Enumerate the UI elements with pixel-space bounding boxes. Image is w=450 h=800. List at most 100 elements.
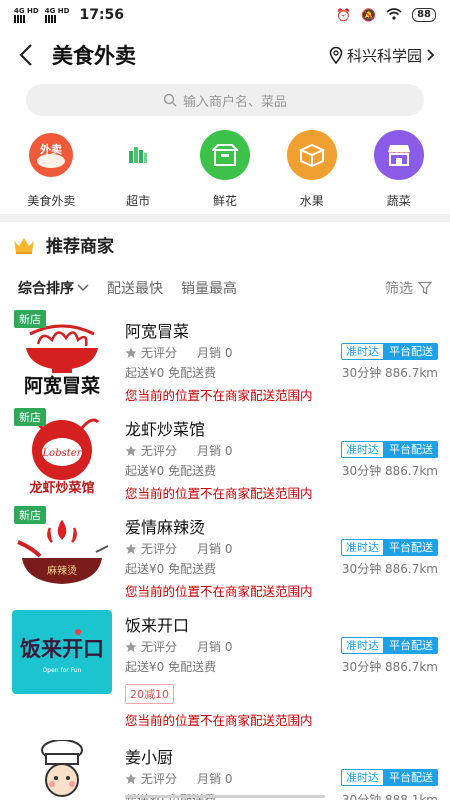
merchant-monthly-sales: 月销 0: [197, 346, 233, 360]
merchant-rating-row: 无评分 月销 0: [125, 344, 232, 361]
sort-delivery-button[interactable]: 配送最快: [107, 278, 163, 298]
merchant-distance: 30分钟 886.7km: [341, 562, 438, 576]
merchant-monthly-sales: 月销 0: [197, 542, 233, 556]
sort-sales-button[interactable]: 销量最高: [181, 278, 237, 298]
merchant-card[interactable]: 阿宽冒菜 新店 阿宽冒菜 无评分 月销 0 准时达 平台配送 起送¥0 免配送费…: [0, 310, 450, 406]
category-fruit[interactable]: 水果: [272, 130, 352, 214]
category-label: 美食外卖: [27, 194, 76, 208]
sort-bar: 综合排序 配送最快 销量最高 筛选: [18, 275, 432, 301]
merchant-card[interactable]: Lobster 龙虾炒菜馆 新店 龙虾炒菜馆 无评分 月销 0 准时达 平台配送…: [0, 408, 450, 504]
out-of-range-warning: 您当前的位置不在商家配送范围内: [125, 388, 313, 403]
on-time-badge: 准时达: [341, 539, 384, 556]
new-store-badge: 新店: [14, 310, 46, 328]
merchant-card[interactable]: 麻辣烫 新店 爱情麻辣烫 无评分 月销 0 准时达 平台配送 起送¥0 免配送费…: [0, 506, 450, 602]
search-input[interactable]: 输入商户名、菜品: [26, 84, 424, 116]
merchant-monthly-sales: 月销 0: [197, 640, 233, 654]
platform-delivery-badge: 平台配送: [384, 441, 438, 458]
star-icon: [125, 641, 137, 652]
delivery-badges: 准时达 平台配送: [341, 441, 438, 458]
category-label: 超市: [126, 194, 151, 208]
merchant-distance: 30分钟 886.7km: [341, 464, 438, 478]
merchant-name: 龙虾炒菜馆: [125, 420, 206, 439]
on-time-badge: 准时达: [341, 637, 384, 654]
delivery-badges: 准时达 平台配送: [341, 637, 438, 654]
merchant-name: 阿宽冒菜: [125, 322, 190, 341]
category-supermarket[interactable]: 超市: [98, 130, 178, 214]
discount-badge: 20减10: [125, 684, 174, 704]
delivery-badges: 准时达 平台配送: [341, 343, 438, 360]
flower-box-icon: [199, 130, 250, 180]
chevron-left-icon: [19, 44, 32, 66]
merchant-logo-text: 麻辣烫: [47, 564, 77, 577]
filter-icon: [418, 281, 432, 295]
category-label: 水果: [299, 194, 324, 208]
merchant-monthly-sales: 月销 0: [197, 444, 233, 458]
platform-delivery-badge: 平台配送: [384, 343, 438, 360]
category-label: 鲜花: [212, 194, 237, 208]
merchant-rating-row: 无评分 月销 0: [125, 442, 232, 459]
merchant-logo: 麻辣烫: [12, 512, 112, 596]
merchant-distance: 30分钟 888.1km: [341, 793, 438, 800]
sort-sales-label: 销量最高: [181, 281, 237, 297]
delivery-badges: 准时达 平台配送: [341, 539, 438, 556]
page-title: 美食外卖: [52, 44, 136, 68]
fruit-box-icon: [286, 130, 337, 180]
star-icon: [125, 445, 137, 456]
category-food-delivery[interactable]: 外卖 美食外卖: [11, 130, 91, 214]
filter-label: 筛选: [385, 281, 413, 297]
merchant-fee: 起送¥0 免配送费: [125, 464, 217, 478]
sort-default-button[interactable]: 综合排序: [18, 278, 89, 298]
status-bar: 4G HD 4G HD 17:56 ⏰ 🔕 88: [0, 0, 450, 30]
merchant-distance: 30分钟 886.7km: [341, 660, 438, 674]
new-store-badge: 新店: [14, 408, 46, 426]
location-label: 科兴科学园: [346, 46, 422, 65]
merchant-logo-text: 阿宽冒菜: [24, 374, 100, 397]
location-selector[interactable]: 科兴科学园: [329, 45, 434, 66]
merchant-fee: 起送¥0 免配送费: [125, 562, 217, 576]
category-label: 蔬菜: [386, 194, 411, 208]
merchant-logo-text: 龙虾炒菜馆: [29, 480, 94, 496]
merchant-fee: 起送¥0 免配送费: [125, 660, 217, 674]
merchant-rating-row: 无评分 月销 0: [125, 540, 232, 557]
merchant-logo: [12, 739, 112, 800]
back-button[interactable]: [0, 34, 52, 76]
merchant-logo-subtext: Open for Fun: [43, 667, 82, 674]
merchant-rating: 无评分: [141, 346, 178, 360]
home-indicator: [125, 795, 325, 798]
merchant-logo: 饭来开口 Open for Fun: [12, 610, 112, 694]
merchant-rating-row: 无评分 月销 0: [125, 770, 232, 787]
category-flowers[interactable]: 鲜花: [185, 130, 265, 214]
signal-icon: 4G HD: [44, 7, 69, 23]
crown-icon: [14, 237, 34, 254]
vegetable-store-icon: [373, 130, 424, 180]
merchant-rating: 无评分: [141, 542, 178, 556]
search-icon: [163, 93, 177, 107]
wifi-icon: [386, 7, 402, 23]
merchant-card[interactable]: 饭来开口 Open for Fun 饭来开口 无评分 月销 0 准时达 平台配送…: [0, 604, 450, 734]
mute-icon: 🔕: [361, 8, 377, 22]
merchant-rating-row: 无评分 月销 0: [125, 638, 232, 655]
filter-button[interactable]: 筛选: [385, 278, 432, 298]
out-of-range-warning: 您当前的位置不在商家配送范围内: [125, 486, 313, 501]
recommend-header: 推荐商家: [12, 232, 114, 257]
merchant-distance: 30分钟 886.7km: [341, 366, 438, 380]
new-store-badge: 新店: [14, 506, 46, 524]
merchant-logo-subtext: Lobster: [42, 448, 83, 459]
category-vegetables[interactable]: 蔬菜: [359, 130, 439, 214]
merchant-card[interactable]: 姜小厨 无评分 月销 0 准时达 平台配送 起送¥0 免配送费 30分钟 888…: [0, 736, 450, 800]
star-icon: [125, 347, 137, 358]
merchant-monthly-sales: 月销 0: [197, 772, 233, 786]
merchant-rating: 无评分: [141, 444, 178, 458]
svg-text:外卖: 外卖: [39, 142, 62, 156]
merchant-rating: 无评分: [141, 640, 178, 654]
chevron-down-icon: [77, 284, 89, 292]
merchant-rating: 无评分: [141, 772, 178, 786]
signal-icon: 4G HD: [14, 7, 39, 23]
platform-delivery-badge: 平台配送: [384, 637, 438, 654]
platform-delivery-badge: 平台配送: [384, 539, 438, 556]
merchant-name: 姜小厨: [125, 748, 174, 767]
delivery-badges: 准时达 平台配送: [341, 769, 438, 786]
on-time-badge: 准时达: [341, 441, 384, 458]
location-pin-icon: [329, 46, 343, 64]
header: 美食外卖 科兴科学园: [0, 34, 450, 76]
